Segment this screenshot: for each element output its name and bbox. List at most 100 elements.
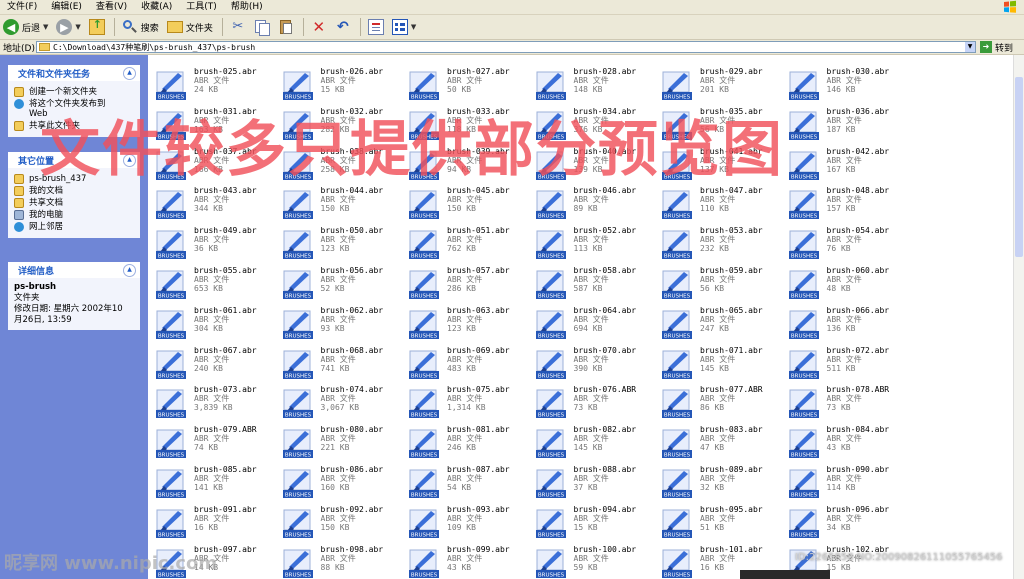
file-item[interactable]: BRUSHES brush-050.abr ABR 文件 123 KB [279,226,405,264]
file-item[interactable]: BRUSHES brush-080.abr ABR 文件 221 KB [279,425,405,463]
file-item[interactable]: BRUSHES brush-054.abr ABR 文件 76 KB [785,226,911,264]
file-item[interactable]: BRUSHES brush-084.abr ABR 文件 43 KB [785,425,911,463]
file-item[interactable]: BRUSHES brush-090.abr ABR 文件 114 KB [785,465,911,503]
file-item[interactable]: BRUSHES brush-079.ABR ABR 文件 74 KB [152,425,278,463]
file-item[interactable]: BRUSHES brush-094.abr ABR 文件 15 KB [532,505,658,543]
file-item[interactable]: BRUSHES brush-025.abr ABR 文件 24 KB [152,67,278,105]
file-item[interactable]: BRUSHES brush-046.abr ABR 文件 89 KB [532,186,658,224]
file-item[interactable]: BRUSHES brush-048.abr ABR 文件 157 KB [785,186,911,224]
file-item[interactable]: BRUSHES brush-062.abr ABR 文件 93 KB [279,306,405,344]
collapse-icon[interactable]: ▲ [123,263,136,277]
file-item[interactable]: BRUSHES brush-052.abr ABR 文件 113 KB [532,226,658,264]
file-item[interactable]: BRUSHES brush-098.abr ABR 文件 88 KB [279,545,405,579]
file-item[interactable]: BRUSHES brush-076.ABR ABR 文件 73 KB [532,385,658,423]
file-item[interactable]: BRUSHES brush-063.abr ABR 文件 123 KB [405,306,531,344]
file-item[interactable]: BRUSHES brush-087.abr ABR 文件 54 KB [405,465,531,503]
collapse-icon[interactable]: ▲ [123,66,136,80]
file-item[interactable]: BRUSHES brush-075.abr ABR 文件 1,314 KB [405,385,531,423]
file-item[interactable]: BRUSHES brush-055.abr ABR 文件 653 KB [152,266,278,304]
menu-tools[interactable]: 工具(T) [179,0,224,14]
file-item[interactable]: BRUSHES brush-099.abr ABR 文件 43 KB [405,545,531,579]
file-item[interactable]: BRUSHES brush-061.abr ABR 文件 304 KB [152,306,278,344]
go-button[interactable]: ➜ 转到 [980,40,1013,54]
chevron-down-icon[interactable]: ▼ [411,23,416,31]
file-item[interactable]: BRUSHES brush-056.abr ABR 文件 52 KB [279,266,405,304]
address-input[interactable]: C:\Download\437种笔刷\ps-brush_437\ps-brush [53,42,255,53]
file-item[interactable]: BRUSHES brush-026.abr ABR 文件 15 KB [279,67,405,105]
file-item[interactable]: BRUSHES brush-100.abr ABR 文件 59 KB [532,545,658,579]
file-item[interactable]: BRUSHES brush-044.abr ABR 文件 150 KB [279,186,405,224]
menu-edit[interactable]: 编辑(E) [44,0,89,14]
file-item[interactable]: BRUSHES brush-069.abr ABR 文件 483 KB [405,346,531,384]
delete-button[interactable]: ✕ [308,17,330,37]
paste-button[interactable] [275,17,297,37]
file-item[interactable]: BRUSHES brush-068.abr ABR 文件 741 KB [279,346,405,384]
cut-button[interactable]: ✂ [227,17,249,37]
file-item[interactable]: BRUSHES brush-049.abr ABR 文件 36 KB [152,226,278,264]
file-item[interactable]: BRUSHES brush-081.abr ABR 文件 246 KB [405,425,531,463]
file-item[interactable]: BRUSHES brush-071.abr ABR 文件 145 KB [658,346,784,384]
place-network[interactable]: 网上邻居 [14,222,134,232]
file-tasks-header[interactable]: 文件和文件夹任务 ▲ [8,65,140,81]
file-item[interactable]: BRUSHES brush-053.abr ABR 文件 232 KB [658,226,784,264]
file-item[interactable]: BRUSHES brush-092.abr ABR 文件 150 KB [279,505,405,543]
menu-help[interactable]: 帮助(H) [224,0,270,14]
file-item[interactable]: BRUSHES brush-091.abr ABR 文件 16 KB [152,505,278,543]
search-button[interactable]: 搜索 [119,17,162,37]
file-item[interactable]: BRUSHES brush-095.abr ABR 文件 51 KB [658,505,784,543]
file-item[interactable]: BRUSHES brush-073.abr ABR 文件 3,839 KB [152,385,278,423]
file-item[interactable]: BRUSHES brush-059.abr ABR 文件 56 KB [658,266,784,304]
copy-button[interactable] [251,17,273,37]
file-type: ABR 文件 [573,474,609,483]
properties-button[interactable] [365,17,387,37]
new-folder-link[interactable]: 创建一个新文件夹 [14,87,134,97]
file-item[interactable]: BRUSHES brush-074.abr ABR 文件 3,067 KB [279,385,405,423]
chevron-down-icon[interactable]: ▼ [965,42,975,52]
file-item[interactable]: BRUSHES brush-030.abr ABR 文件 146 KB [785,67,911,105]
file-item[interactable]: BRUSHES brush-072.abr ABR 文件 511 KB [785,346,911,384]
address-field[interactable]: C:\Download\437种笔刷\ps-brush_437\ps-brush… [36,41,976,53]
file-item[interactable]: BRUSHES brush-060.abr ABR 文件 48 KB [785,266,911,304]
file-item[interactable]: BRUSHES brush-065.abr ABR 文件 247 KB [658,306,784,344]
menu-favorites[interactable]: 收藏(A) [134,0,179,14]
file-item[interactable]: BRUSHES brush-067.abr ABR 文件 240 KB [152,346,278,384]
file-item[interactable]: BRUSHES brush-029.abr ABR 文件 201 KB [658,67,784,105]
place-shared-documents[interactable]: 共享文档 [14,198,134,208]
file-size: 3,067 KB [320,403,360,413]
file-item[interactable]: BRUSHES brush-086.abr ABR 文件 160 KB [279,465,405,503]
file-item[interactable]: BRUSHES brush-093.abr ABR 文件 109 KB [405,505,531,543]
views-button[interactable]: ▼ [389,17,419,37]
menu-view[interactable]: 查看(V) [89,0,134,14]
file-item[interactable]: BRUSHES brush-058.abr ABR 文件 587 KB [532,266,658,304]
file-item[interactable]: BRUSHES brush-064.abr ABR 文件 694 KB [532,306,658,344]
file-item[interactable]: BRUSHES brush-078.ABR ABR 文件 73 KB [785,385,911,423]
file-item[interactable]: BRUSHES brush-088.abr ABR 文件 37 KB [532,465,658,503]
file-item[interactable]: BRUSHES brush-082.abr ABR 文件 145 KB [532,425,658,463]
file-item[interactable]: BRUSHES brush-047.abr ABR 文件 110 KB [658,186,784,224]
menu-file[interactable]: 文件(F) [0,0,44,14]
back-button[interactable]: ◀ 后退 ▼ [0,17,51,37]
scrollbar-thumb[interactable] [1015,77,1023,257]
undo-button[interactable]: ↶ [332,17,354,37]
file-item[interactable]: BRUSHES brush-057.abr ABR 文件 286 KB [405,266,531,304]
vertical-scrollbar[interactable] [1013,55,1024,579]
file-item[interactable]: BRUSHES brush-051.abr ABR 文件 762 KB [405,226,531,264]
chevron-down-icon[interactable]: ▼ [43,23,48,31]
file-item[interactable]: BRUSHES brush-027.abr ABR 文件 50 KB [405,67,531,105]
place-my-computer[interactable]: 我的电脑 [14,210,134,220]
file-item[interactable]: BRUSHES brush-028.abr ABR 文件 148 KB [532,67,658,105]
file-item[interactable]: BRUSHES brush-077.ABR ABR 文件 86 KB [658,385,784,423]
chevron-down-icon[interactable]: ▼ [75,23,80,31]
file-item[interactable]: BRUSHES brush-043.abr ABR 文件 344 KB [152,186,278,224]
file-item[interactable]: BRUSHES brush-066.abr ABR 文件 136 KB [785,306,911,344]
forward-button[interactable]: ▶ ▼ [53,17,83,37]
file-item[interactable]: BRUSHES brush-085.abr ABR 文件 141 KB [152,465,278,503]
details-header[interactable]: 详细信息 ▲ [8,262,140,278]
file-item[interactable]: BRUSHES brush-070.abr ABR 文件 390 KB [532,346,658,384]
folders-button[interactable]: 文件夹 [164,17,216,37]
file-item[interactable]: BRUSHES brush-089.abr ABR 文件 32 KB [658,465,784,503]
file-item[interactable]: BRUSHES brush-083.abr ABR 文件 47 KB [658,425,784,463]
file-item[interactable]: BRUSHES brush-045.abr ABR 文件 150 KB [405,186,531,224]
file-item[interactable]: BRUSHES brush-096.abr ABR 文件 34 KB [785,505,911,543]
up-folder-button[interactable]: ↑ [86,17,108,37]
